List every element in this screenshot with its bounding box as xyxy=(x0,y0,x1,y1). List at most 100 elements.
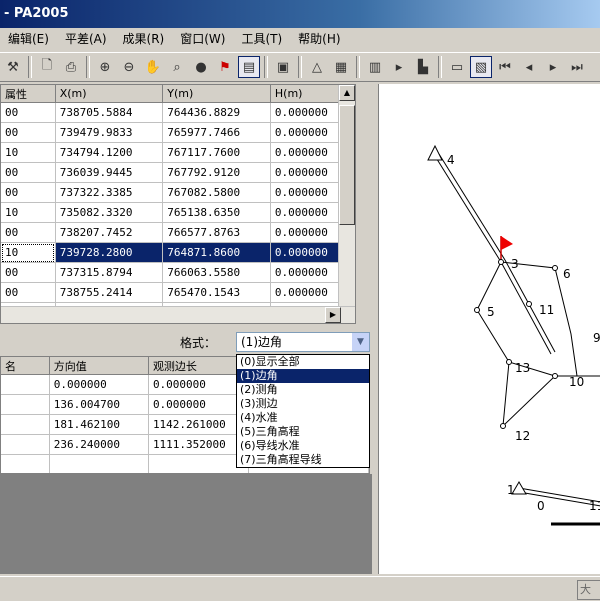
table-cell[interactable]: 10 xyxy=(1,242,56,263)
menu-edit[interactable]: 编辑(E) xyxy=(0,29,57,49)
report-icon[interactable]: ▧ xyxy=(470,56,492,78)
table-row[interactable]: 10 734794.1200 767117.7600 0.000000 xyxy=(1,142,355,163)
table-cell[interactable] xyxy=(1,394,50,415)
dropdown-option[interactable]: (4)水准 xyxy=(237,411,369,425)
settings-icon[interactable]: ▦ xyxy=(330,56,352,78)
table-cell[interactable] xyxy=(148,454,249,473)
menu-window[interactable]: 窗口(W) xyxy=(172,29,233,49)
print-icon[interactable]: ⎙ xyxy=(60,56,82,78)
table-cell[interactable]: 736039.9445 xyxy=(55,162,164,183)
table-row[interactable]: 00 738755.2414 765470.1543 0.000000 xyxy=(1,282,355,303)
dropdown-option[interactable]: (1)边角 xyxy=(237,369,369,383)
table-cell[interactable]: 737315.8794 xyxy=(55,262,164,283)
next-record-icon[interactable]: ▸ xyxy=(542,56,564,78)
table-cell[interactable]: 766577.8763 xyxy=(162,222,271,243)
table-cell[interactable] xyxy=(1,454,50,473)
table-cell[interactable]: 1142.261000 xyxy=(148,414,249,435)
table-cell[interactable]: 00 xyxy=(1,282,56,303)
table-cell[interactable] xyxy=(1,434,50,455)
table-cell[interactable] xyxy=(1,414,50,435)
triangle-icon[interactable]: △ xyxy=(306,56,328,78)
table-cell[interactable]: 735082.3320 xyxy=(55,202,164,223)
format-select[interactable]: (1)边角 ▼ xyxy=(236,332,370,352)
table-cell[interactable]: 181.462100 xyxy=(49,414,149,435)
table-cell[interactable]: 739728.2800 xyxy=(55,242,164,263)
table-view-icon[interactable]: ▤ xyxy=(238,56,260,78)
table-row[interactable]: 00 739479.9833 765977.7466 0.000000 xyxy=(1,122,355,143)
table-cell[interactable]: 136.004700 xyxy=(49,394,149,415)
col-header-distance[interactable]: 观测边长 xyxy=(148,357,249,375)
table-cell[interactable] xyxy=(49,454,149,473)
previous-record-icon[interactable]: ◂ xyxy=(518,56,540,78)
table-cell[interactable]: 737322.3385 xyxy=(55,182,164,203)
first-record-icon[interactable]: ⏮ xyxy=(494,56,516,78)
table-cell[interactable]: 767082.5800 xyxy=(162,182,271,203)
table-row[interactable]: 00 738705.5884 764436.8829 0.000000 xyxy=(1,102,355,123)
table-cell[interactable]: 0.000000 xyxy=(148,394,249,415)
table-cell[interactable]: 765470.1543 xyxy=(162,282,271,303)
col-header-name[interactable]: 名 xyxy=(1,357,50,375)
chart-icon[interactable]: ▙ xyxy=(412,56,434,78)
play-icon[interactable]: ▸ xyxy=(388,56,410,78)
table-cell[interactable]: 767117.7600 xyxy=(162,142,271,163)
flag-icon[interactable]: ⚑ xyxy=(214,56,236,78)
table-cell[interactable]: 00 xyxy=(1,122,56,143)
scroll-up-icon[interactable]: ▲ xyxy=(339,85,355,101)
table-row[interactable]: 10 735082.3320 765138.6350 0.000000 xyxy=(1,202,355,223)
globe-icon[interactable]: ● xyxy=(190,56,212,78)
col-header-y[interactable]: Y(m) xyxy=(162,85,271,103)
menu-help[interactable]: 帮助(H) xyxy=(290,29,348,49)
table-row[interactable]: 00 737315.8794 766063.5580 0.000000 xyxy=(1,262,355,283)
table-cell[interactable]: 10 xyxy=(1,202,56,223)
dropdown-option[interactable]: (7)三角高程导线 xyxy=(237,453,369,467)
table-cell[interactable]: 765977.7466 xyxy=(162,122,271,143)
zoom-out-icon[interactable]: ⊖ xyxy=(118,56,140,78)
table-cell[interactable]: 1111.352000 xyxy=(148,434,249,455)
table-cell[interactable]: 0.000000 xyxy=(148,374,249,395)
dropdown-option[interactable]: (3)测边 xyxy=(237,397,369,411)
network-canvas[interactable]: 4 3 6 5 11 9 13 10 12 1 0 11 xyxy=(378,84,600,574)
scroll-thumb[interactable] xyxy=(339,105,355,225)
table-cell[interactable]: 00 xyxy=(1,162,56,183)
menu-adjust[interactable]: 平差(A) xyxy=(57,29,115,49)
scroll-right-icon[interactable]: ▶ xyxy=(325,307,341,323)
zoom-window-icon[interactable]: ⌕ xyxy=(166,56,188,78)
table-cell[interactable]: 766063.5580 xyxy=(162,262,271,283)
horizontal-scrollbar[interactable]: ▶ xyxy=(1,306,355,323)
station-icon[interactable]: ▥ xyxy=(364,56,386,78)
table-row[interactable]: 10 739728.2800 764871.8600 0.000000 xyxy=(1,242,355,263)
dropdown-option[interactable]: (5)三角高程 xyxy=(237,425,369,439)
last-record-icon[interactable]: ⏭ xyxy=(566,56,588,78)
new-page-icon[interactable]: ▭ xyxy=(446,56,468,78)
table-row[interactable]: 00 736039.9445 767792.9120 0.000000 xyxy=(1,162,355,183)
dropdown-option[interactable]: (6)导线水准 xyxy=(237,439,369,453)
table-cell[interactable]: 10 xyxy=(1,142,56,163)
image-icon[interactable]: ▣ xyxy=(272,56,294,78)
table-row[interactable]: 00 737322.3385 767082.5800 0.000000 xyxy=(1,182,355,203)
table-cell[interactable]: 00 xyxy=(1,102,56,123)
col-header-direction[interactable]: 方向值 xyxy=(49,357,149,375)
dropdown-option[interactable]: (0)显示全部 xyxy=(237,355,369,369)
menu-results[interactable]: 成果(R) xyxy=(115,29,173,49)
table-cell[interactable]: 734794.1200 xyxy=(55,142,164,163)
table-cell[interactable]: 764871.8600 xyxy=(162,242,271,263)
table-cell[interactable]: 765138.6350 xyxy=(162,202,271,223)
table-cell[interactable]: 738755.2414 xyxy=(55,282,164,303)
col-header-x[interactable]: X(m) xyxy=(55,85,164,103)
dropdown-option[interactable]: (2)测角 xyxy=(237,383,369,397)
table-row[interactable]: 00 738207.7452 766577.8763 0.000000 xyxy=(1,222,355,243)
table-cell[interactable] xyxy=(1,374,50,395)
chevron-down-icon[interactable]: ▼ xyxy=(352,333,369,351)
table-cell[interactable]: 00 xyxy=(1,182,56,203)
tools-icon[interactable]: ⚒ xyxy=(2,56,24,78)
table-cell[interactable]: 764436.8829 xyxy=(162,102,271,123)
col-header-attribute[interactable]: 属性 xyxy=(1,85,56,103)
table-cell[interactable]: 738705.5884 xyxy=(55,102,164,123)
vertical-scrollbar[interactable]: ▲ xyxy=(338,85,355,307)
menu-tools[interactable]: 工具(T) xyxy=(233,29,290,49)
zoom-in-icon[interactable]: ⊕ xyxy=(94,56,116,78)
table-cell[interactable]: 739479.9833 xyxy=(55,122,164,143)
table-cell[interactable]: 00 xyxy=(1,262,56,283)
pan-hand-icon[interactable]: ✋ xyxy=(142,56,164,78)
table-cell[interactable]: 00 xyxy=(1,222,56,243)
